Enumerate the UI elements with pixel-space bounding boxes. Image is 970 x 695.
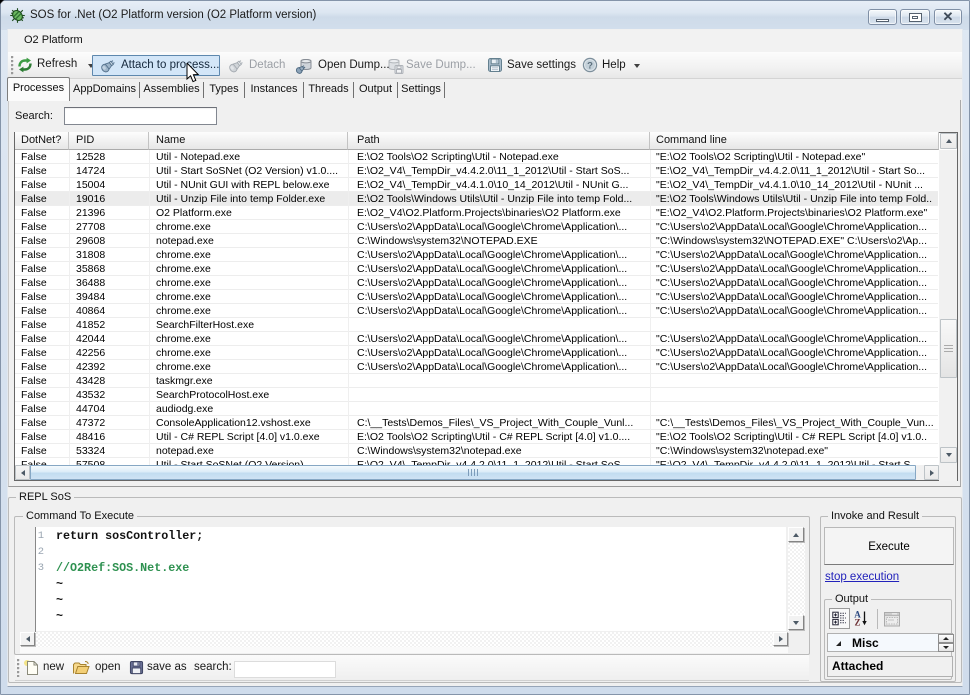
svg-text:Z: Z — [854, 618, 860, 627]
svg-text:?: ? — [587, 60, 593, 71]
